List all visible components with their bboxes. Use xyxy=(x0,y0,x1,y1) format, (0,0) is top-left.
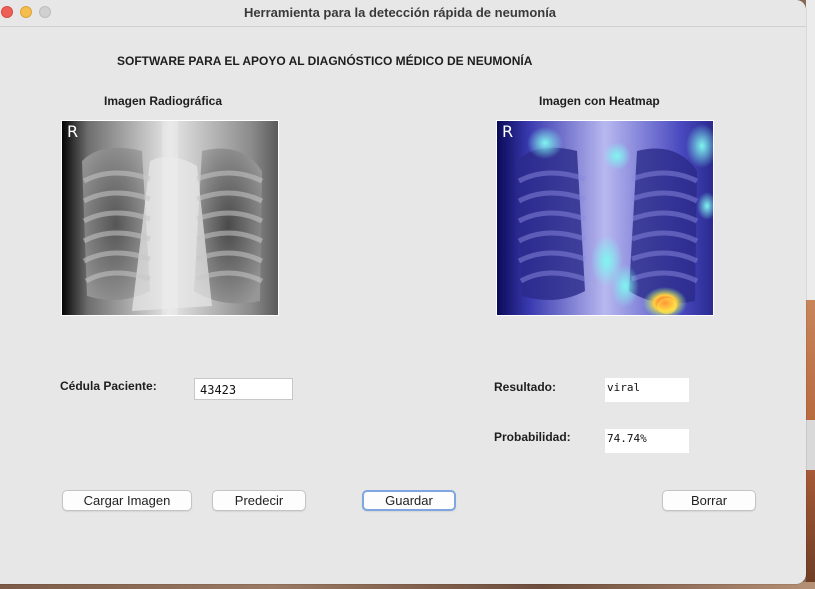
load-image-button[interactable]: Cargar Imagen xyxy=(62,490,192,511)
save-button[interactable]: Guardar xyxy=(362,490,456,511)
desktop-background-strip xyxy=(806,0,815,589)
title-bar[interactable]: Herramienta para la detección rápida de … xyxy=(0,0,806,27)
radiograph-marker: R xyxy=(67,122,78,141)
probabilidad-field[interactable]: 74.74% xyxy=(605,429,689,453)
app-heading: SOFTWARE PARA EL APOYO AL DIAGNÓSTICO MÉ… xyxy=(117,54,533,68)
clear-button[interactable]: Borrar xyxy=(662,490,756,511)
heatmap-image: R xyxy=(496,120,714,316)
heatmap-label: Imagen con Heatmap xyxy=(539,94,660,108)
window-title: Herramienta para la detección rápida de … xyxy=(243,5,557,20)
app-window: Herramienta para la detección rápida de … xyxy=(0,0,806,584)
resultado-field[interactable]: viral xyxy=(605,378,689,402)
cedula-label: Cédula Paciente: xyxy=(60,379,157,393)
cedula-input[interactable]: 43423 xyxy=(194,378,293,400)
probabilidad-label: Probabilidad: xyxy=(494,430,571,444)
resultado-label: Resultado: xyxy=(494,380,557,394)
radiograph-image: R xyxy=(61,120,279,316)
radiograph-label: Imagen Radiográfica xyxy=(104,94,223,108)
predict-button[interactable]: Predecir xyxy=(212,490,306,511)
heatmap-marker: R xyxy=(502,122,513,141)
